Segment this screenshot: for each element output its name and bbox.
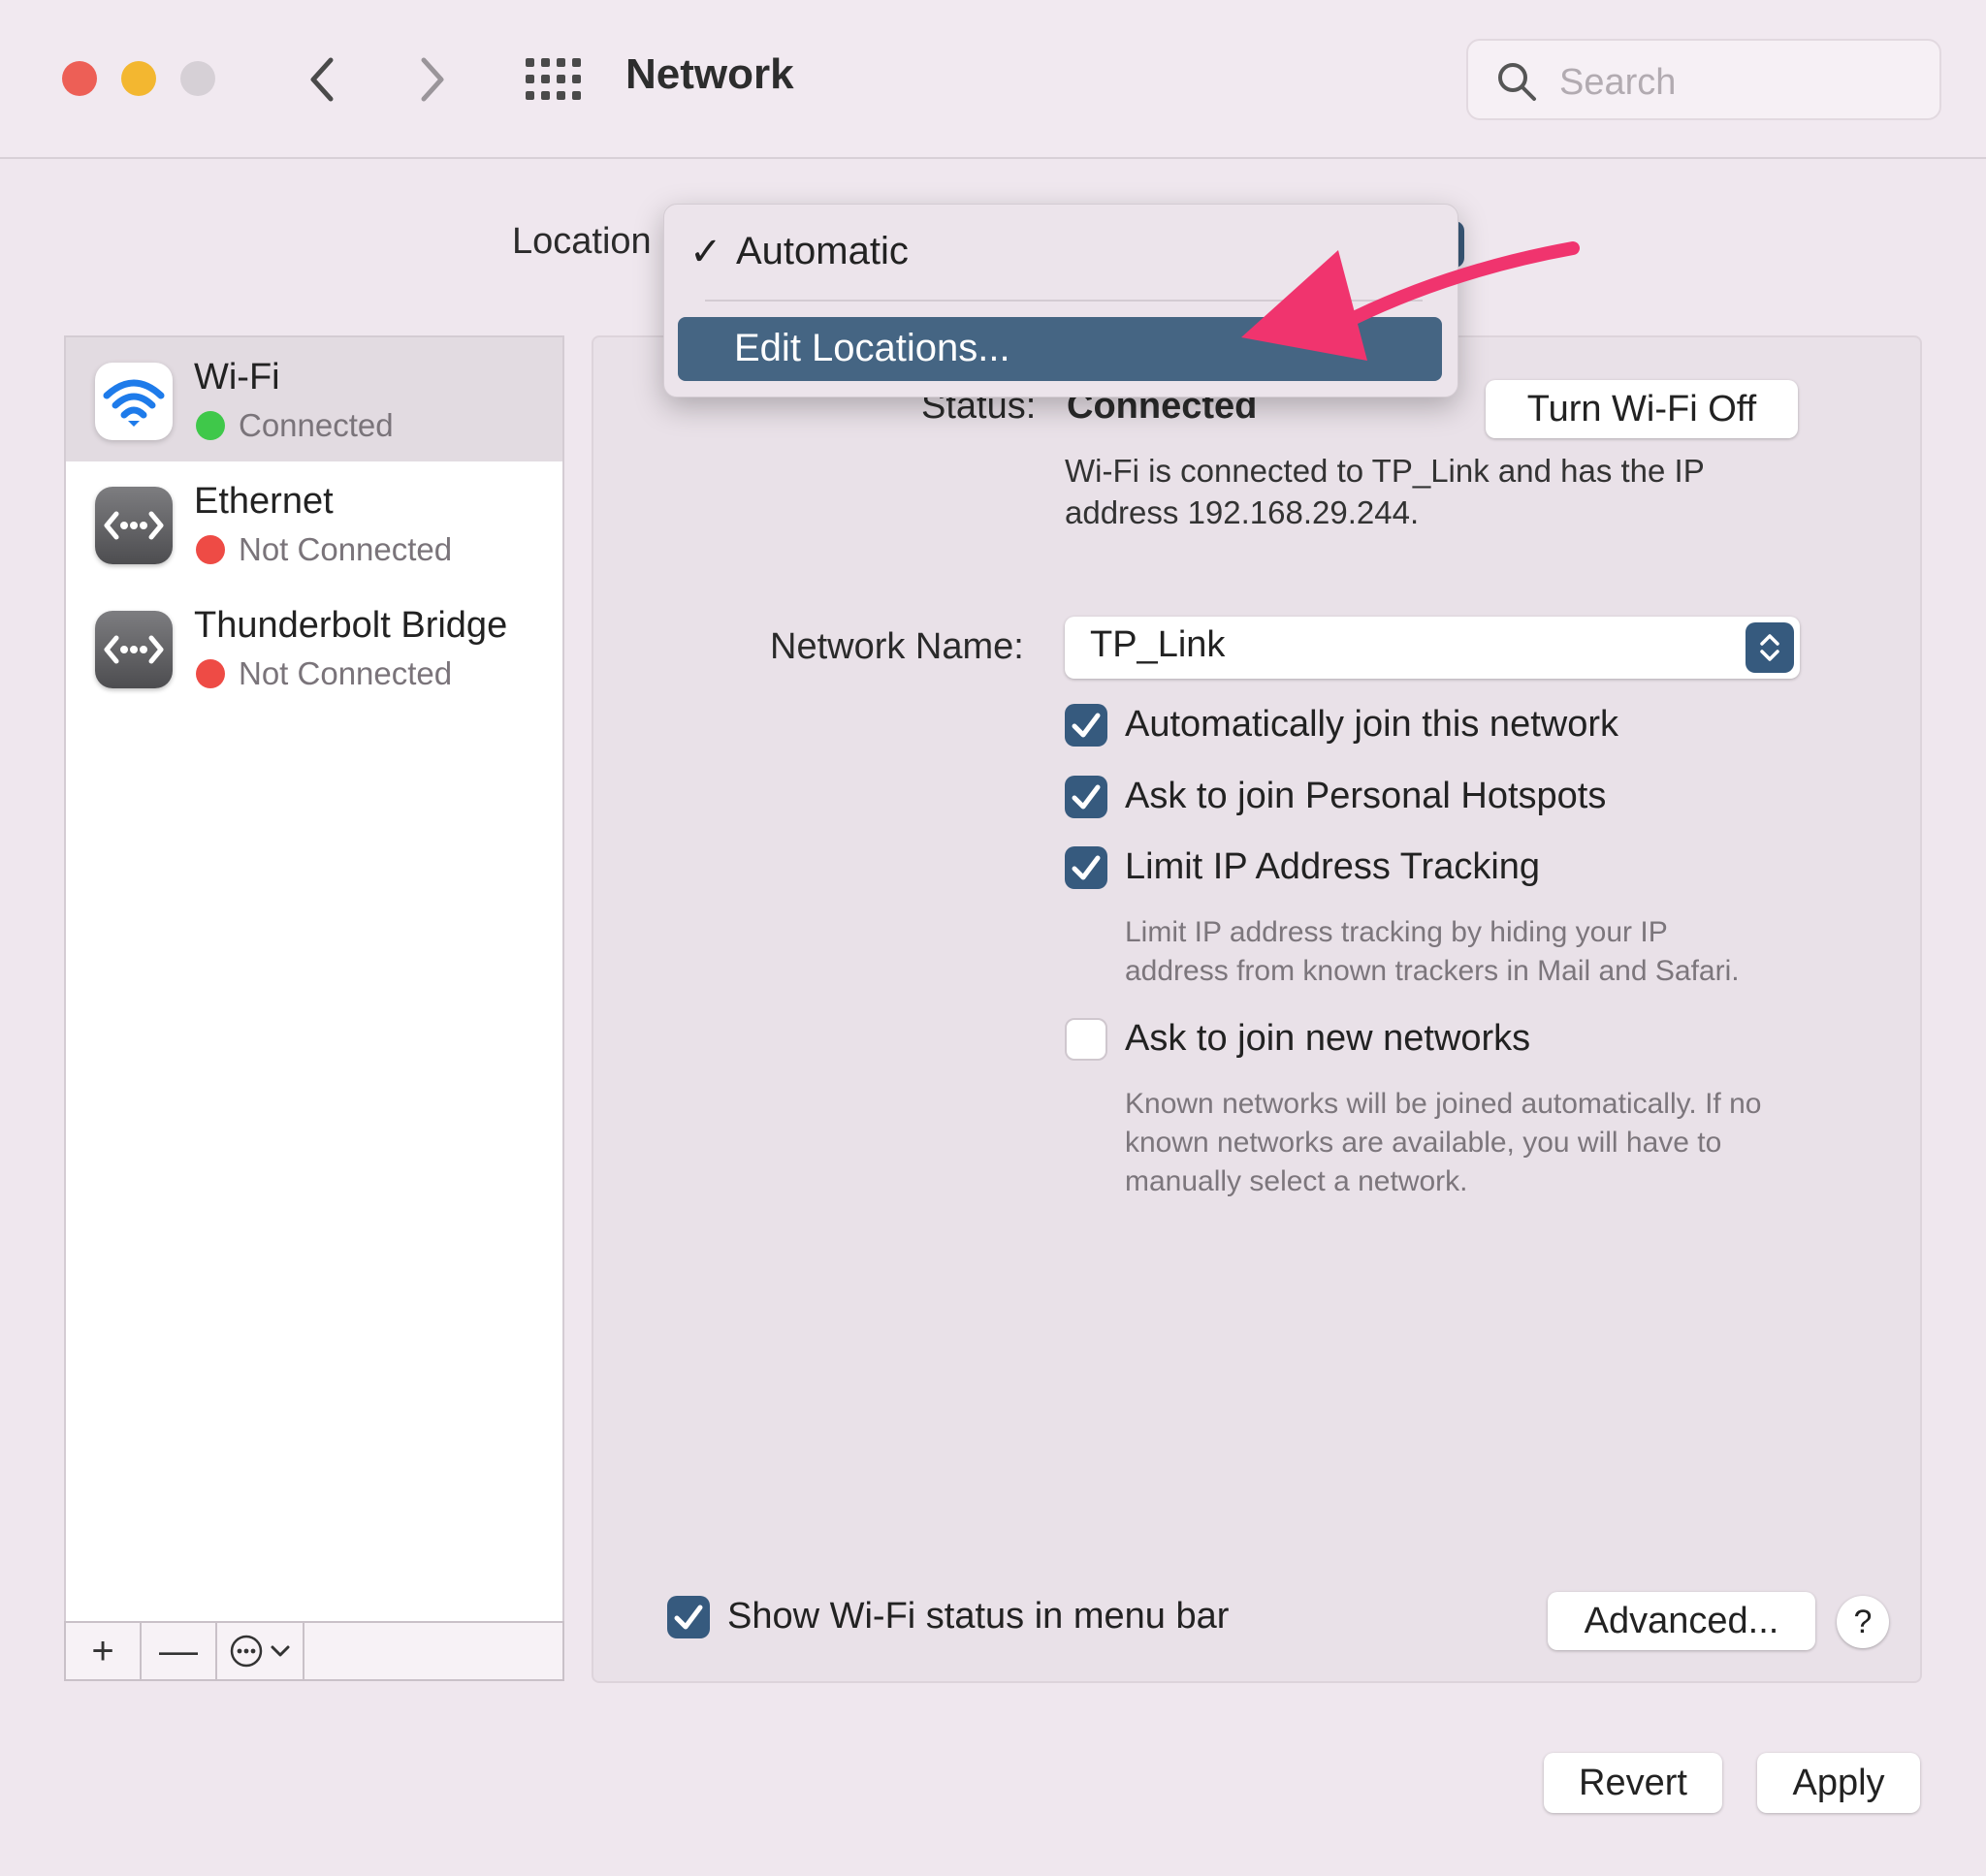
limit-ip-help-line-2: address from known trackers in Mail and … (1125, 955, 1740, 987)
service-list-toolbar: + — (64, 1621, 564, 1681)
new-networks-help-line-2: known networks are available, you will h… (1125, 1127, 1722, 1159)
ask-new-networks-checkbox[interactable] (1065, 1018, 1107, 1061)
turn-wifi-off-button[interactable]: Turn Wi-Fi Off (1486, 380, 1798, 438)
advanced-button[interactable]: Advanced... (1548, 1592, 1815, 1650)
network-name-value: TP_Link (1090, 624, 1226, 665)
select-stepper-icon (1746, 622, 1794, 673)
limit-ip-help-line-1: Limit IP address tracking by hiding your… (1125, 916, 1668, 948)
limit-ip-tracking-checkbox[interactable] (1065, 846, 1107, 889)
wifi-icon (95, 363, 173, 440)
minimize-window-button[interactable] (121, 61, 156, 96)
service-status: Not Connected (239, 655, 453, 691)
help-button[interactable]: ? (1837, 1596, 1889, 1648)
personal-hotspots-label: Ask to join Personal Hotspots (1125, 776, 1607, 816)
checkmark-icon (1072, 713, 1101, 738)
new-networks-help-line-1: Known networks will be joined automatica… (1125, 1088, 1762, 1120)
status-dot-red (196, 535, 225, 564)
service-item-thunderbolt-bridge[interactable]: Thunderbolt Bridge Not Connected (66, 586, 562, 710)
window-title: Network (625, 50, 794, 98)
service-name: Ethernet (194, 481, 334, 522)
search-field[interactable] (1466, 39, 1941, 120)
checkmark-icon (1072, 855, 1101, 880)
ask-new-networks-label: Ask to join new networks (1125, 1018, 1531, 1059)
menu-item-label: Edit Locations... (734, 327, 1010, 369)
apply-button[interactable]: Apply (1757, 1753, 1920, 1813)
service-status: Connected (239, 407, 394, 443)
service-status: Not Connected (239, 531, 453, 567)
show-wifi-status-checkbox[interactable] (667, 1596, 710, 1638)
status-dot-green (196, 411, 225, 440)
annotation-arrow-icon (1241, 241, 1580, 361)
checkmark-icon: ✓ (689, 231, 722, 273)
new-networks-help-line-3: manually select a network. (1125, 1165, 1468, 1197)
network-name-select[interactable]: TP_Link (1065, 617, 1800, 679)
ethernet-icon (95, 487, 173, 564)
service-item-wifi[interactable]: Wi-Fi Connected (66, 337, 562, 461)
status-info-line-2: address 192.168.29.244. (1065, 494, 1420, 530)
network-name-label: Network Name: (770, 626, 1024, 667)
service-name: Thunderbolt Bridge (194, 605, 508, 646)
status-dot-red (196, 659, 225, 688)
close-window-button[interactable] (62, 61, 97, 96)
checkmark-icon (674, 1605, 703, 1630)
status-info-line-1: Wi-Fi is connected to TP_Link and has th… (1065, 453, 1705, 489)
auto-join-checkbox[interactable] (1065, 704, 1107, 747)
action-menu-button[interactable] (217, 1623, 304, 1679)
limit-ip-tracking-label: Limit IP Address Tracking (1125, 846, 1541, 887)
network-preferences-window: Network Location Wi-Fi Connecte (0, 0, 1986, 1876)
checkmark-icon (1072, 784, 1101, 810)
detail-panel (592, 335, 1922, 1683)
revert-button[interactable]: Revert (1544, 1753, 1722, 1813)
show-all-grid-icon[interactable] (524, 56, 582, 103)
ellipsis-circle-icon (230, 1635, 263, 1668)
back-button[interactable] (293, 50, 351, 109)
title-bar: Network (0, 0, 1986, 159)
zoom-window-button[interactable] (180, 61, 215, 96)
add-service-button[interactable]: + (66, 1623, 142, 1679)
personal-hotspots-checkbox[interactable] (1065, 776, 1107, 818)
chevron-down-icon (271, 1645, 290, 1657)
service-item-ethernet[interactable]: Ethernet Not Connected (66, 461, 562, 586)
chevron-right-icon (421, 57, 444, 102)
show-wifi-status-label: Show Wi-Fi status in menu bar (727, 1596, 1230, 1637)
service-list: Wi-Fi Connected Ethernet Not Connected T… (64, 335, 564, 1623)
auto-join-label: Automatically join this network (1125, 704, 1618, 745)
search-icon (1498, 63, 1536, 101)
remove-service-button[interactable]: — (142, 1623, 217, 1679)
thunderbolt-bridge-icon (95, 611, 173, 688)
menu-item-automatic[interactable]: Automatic (736, 230, 909, 273)
search-input[interactable] (1557, 54, 1930, 111)
chevron-left-icon (310, 57, 334, 102)
location-label: Location (512, 221, 652, 262)
forward-button[interactable] (403, 50, 462, 109)
service-name: Wi-Fi (194, 357, 280, 397)
